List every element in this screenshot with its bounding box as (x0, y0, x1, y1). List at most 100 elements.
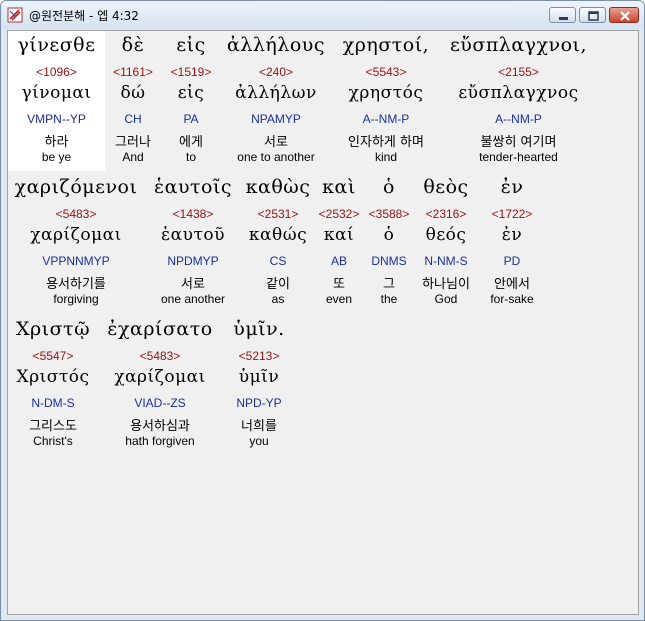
word-cell[interactable]: εἰς <1519> εἰς PA 에게 to (161, 31, 221, 171)
parse-code: PA (183, 112, 199, 126)
parse-code: NPAMYP (251, 112, 301, 126)
korean-gloss: 그리스도 (29, 419, 77, 434)
korean-gloss: 에게 (179, 135, 203, 150)
word-cell[interactable]: εὔσπλαγχνοι, <2155> εὔσπλαγχνος A--NM-P … (441, 31, 596, 171)
strong-number[interactable]: <5213> (222, 349, 296, 363)
lemma-word: χρηστός (348, 83, 424, 103)
greek-word: ἐχαρίσατο (107, 318, 213, 340)
english-gloss: to (185, 150, 196, 164)
korean-gloss: 용서하심과 (130, 419, 190, 434)
english-gloss: the (380, 292, 398, 306)
korean-gloss: 또 (333, 277, 345, 292)
korean-gloss: 같이 (266, 277, 290, 292)
greek-word: γίνεσθε (17, 34, 96, 56)
strong-number[interactable]: <5543> (331, 65, 441, 79)
lemma-word: γίνομαι (21, 83, 92, 103)
close-button[interactable] (609, 7, 639, 23)
greek-word: θεὸς (423, 176, 469, 198)
korean-gloss: 서로 (264, 135, 288, 150)
word-cell[interactable]: δὲ <1161> δώ CH 그러나 And (105, 31, 161, 171)
window-title: @원전분해 - 엡 4:32 (29, 9, 139, 23)
minimize-button[interactable] (549, 7, 576, 23)
strong-number[interactable]: <5483> (8, 207, 144, 221)
greek-word: ὁ (383, 176, 395, 198)
lemma-word: ἀλλήλων (235, 83, 317, 103)
title-bar[interactable]: @원전분해 - 엡 4:32 (1, 1, 644, 29)
strong-number[interactable]: <5483> (98, 349, 222, 363)
minimize-icon (559, 17, 568, 20)
lemma-word: ὑμῖν (238, 367, 280, 387)
interlinear-view: γίνεσθε <1096> γίνομαι VMPN--YP 하라 be ye… (7, 30, 639, 615)
lemma-word: εἰς (177, 83, 205, 103)
strong-number[interactable]: <240> (221, 65, 331, 79)
english-gloss: kind (374, 150, 397, 164)
strong-number[interactable]: <1438> (144, 207, 242, 221)
english-gloss: God (434, 292, 458, 306)
lemma-word: καθώς (248, 225, 308, 245)
word-cell[interactable]: καθὼς <2531> καθώς CS 같이 as (242, 173, 314, 313)
word-cell[interactable]: Χριστῷ <5547> Χριστός N-DM-S 그리스도 Christ… (8, 315, 98, 455)
strong-number[interactable]: <2532> (314, 207, 364, 221)
greek-word: δὲ (121, 34, 145, 56)
english-gloss: you (249, 434, 269, 448)
strong-number[interactable]: <2531> (242, 207, 314, 221)
maximize-icon (588, 11, 599, 21)
lemma-word: δώ (120, 83, 146, 103)
lemma-word: καί (323, 225, 355, 245)
parse-code: N-DM-S (31, 396, 75, 410)
strong-number[interactable]: <1519> (161, 65, 221, 79)
english-gloss: one another (160, 292, 226, 306)
english-gloss: And (122, 150, 144, 164)
word-cell[interactable]: χρηστοί, <5543> χρηστός A--NM-P 인자하게 하며 … (331, 31, 441, 171)
english-gloss: Christ's (33, 434, 73, 448)
english-gloss: tender-hearted (479, 150, 558, 164)
korean-gloss: 그 (383, 277, 395, 292)
strong-number[interactable]: <5547> (8, 349, 98, 363)
word-cell[interactable]: ἀλλήλους <240> ἀλλήλων NPAMYP 서로 one to … (221, 31, 331, 171)
parse-code: N-NM-S (424, 254, 468, 268)
english-gloss: be ye (41, 150, 72, 164)
korean-gloss: 하나님이 (422, 277, 470, 292)
korean-gloss: 서로 (181, 277, 205, 292)
parse-code: NPDMYP (167, 254, 219, 268)
english-gloss: even (325, 292, 353, 306)
word-cell[interactable]: καὶ <2532> καί AB 또 even (314, 173, 364, 313)
parse-code: A--NM-P (362, 112, 410, 126)
word-cell[interactable]: ἐχαρίσατο <5483> χαρίζομαι VIAD--ZS 용서하심… (98, 315, 222, 455)
lemma-word: χαρίζομαι (30, 225, 122, 245)
strong-number[interactable]: <1096> (8, 65, 105, 79)
lemma-word: ἐν (501, 225, 523, 245)
close-icon (620, 11, 630, 21)
parse-code: A--NM-P (495, 112, 542, 126)
word-cell[interactable]: ὑμῖν. <5213> ὑμῖν NPD-YP 너희를 you (222, 315, 296, 455)
parse-code: AB (330, 254, 347, 268)
greek-word: ἑαυτοῖς (153, 176, 233, 198)
strong-number[interactable]: <1722> (478, 207, 546, 221)
english-gloss: hath forgiven (125, 434, 195, 448)
lemma-word: χαρίζομαι (114, 367, 206, 387)
parse-code: CS (269, 254, 287, 268)
english-gloss: one to another (237, 150, 315, 164)
greek-word: εἰς (176, 34, 206, 56)
greek-word: ὑμῖν. (233, 318, 285, 340)
strong-number[interactable]: <2155> (441, 65, 596, 79)
greek-word: χαριζόμενοι (14, 176, 138, 198)
strong-number[interactable]: <2316> (414, 207, 478, 221)
lemma-word: εὔσπλαγχνος (458, 83, 579, 103)
maximize-button[interactable] (579, 7, 606, 23)
strong-number[interactable]: <3588> (364, 207, 414, 221)
lemma-word: ὁ (383, 225, 395, 245)
word-cell[interactable]: ἑαυτοῖς <1438> ἑαυτοῦ NPDMYP 서로 one anot… (144, 173, 242, 313)
app-icon[interactable] (7, 7, 23, 23)
word-cell[interactable]: ἐν <1722> ἐν PD 안에서 for-sake (478, 173, 546, 313)
word-cell[interactable]: ὁ <3588> ὁ DNMS 그 the (364, 173, 414, 313)
lemma-word: Χριστός (16, 367, 90, 387)
korean-gloss: 너희를 (241, 419, 277, 434)
strong-number[interactable]: <1161> (105, 65, 161, 79)
korean-gloss: 하라 (44, 135, 69, 150)
word-cell[interactable]: θεὸς <2316> θεός N-NM-S 하나님이 God (414, 173, 478, 313)
word-cell[interactable]: χαριζόμενοι <5483> χαρίζομαι VPPNNMYP 용서… (8, 173, 144, 313)
greek-word: καὶ (322, 176, 356, 198)
word-cell-selected[interactable]: γίνεσθε <1096> γίνομαι VMPN--YP 하라 be ye (8, 31, 105, 171)
parse-code: VMPN--YP (27, 112, 86, 126)
